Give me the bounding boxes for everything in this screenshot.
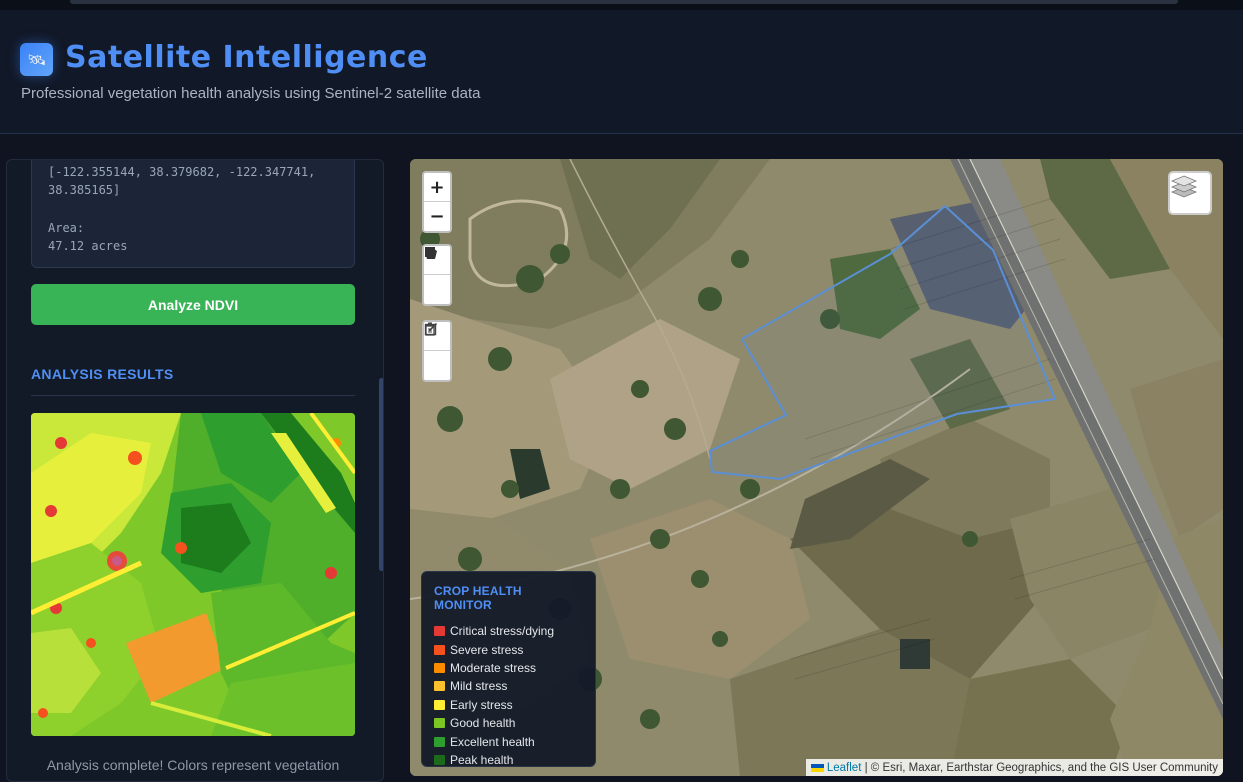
legend-title: CROP HEALTH MONITOR — [434, 584, 522, 612]
page-title: Satellite Intelligence — [65, 40, 428, 75]
leaflet-link[interactable]: Leaflet — [827, 762, 862, 774]
legend-label: Critical stress/dying — [450, 624, 555, 639]
legend-swatch — [434, 681, 445, 692]
legend-label: Mild stress — [450, 679, 508, 694]
legend-swatch — [434, 718, 445, 729]
bbox-coordinates: [-122.355144, 38.379682, -122.347741, 38… — [48, 165, 316, 197]
sidebar-scrollbar[interactable] — [379, 378, 383, 571]
map-attribution: Leaflet | © Esri, Maxar, Earthstar Geogr… — [805, 759, 1223, 776]
legend-swatch — [434, 699, 445, 710]
legend-swatch — [434, 754, 445, 765]
legend-item: Good health — [434, 714, 583, 732]
edit-toolbar — [422, 320, 452, 382]
analyze-ndvi-button[interactable]: Analyze NDVI — [31, 284, 355, 325]
legend-label: Excellent health — [450, 734, 535, 749]
draw-toolbar — [422, 244, 452, 306]
ndvi-result-image — [31, 413, 355, 736]
zoom-control: + − — [422, 171, 452, 233]
area-value: 47.12 acres — [48, 239, 128, 253]
legend-label: Moderate stress — [450, 660, 537, 675]
area-label: Area: — [48, 221, 85, 235]
legend-swatch — [434, 626, 445, 637]
divider — [31, 395, 355, 396]
legend-item: Peak health — [434, 751, 583, 769]
draw-rectangle-icon[interactable] — [424, 247, 450, 304]
legend-label: Early stress — [450, 697, 513, 712]
satellite-icon: 🛰 — [20, 43, 53, 76]
layers-icon[interactable] — [1168, 171, 1212, 215]
legend-label: Good health — [450, 716, 516, 731]
legend-item: Severe stress — [434, 640, 583, 658]
analysis-status-text: Analysis complete! Colors represent vege… — [46, 757, 340, 773]
legend-label: Peak health — [450, 752, 514, 767]
page-subtitle: Professional vegetation health analysis … — [21, 85, 481, 102]
legend-swatch — [434, 662, 445, 673]
app-header: 🛰 Satellite Intelligence Professional ve… — [0, 10, 1243, 134]
zoom-in-button[interactable]: + — [424, 173, 450, 202]
sidebar-panel: [-122.355144, 38.379682, -122.347741, 38… — [6, 159, 384, 782]
legend-item: Moderate stress — [434, 659, 583, 677]
map-view[interactable]: + − CROP HEALTH MONITOR Critical stress/… — [410, 159, 1223, 776]
zoom-out-button[interactable]: − — [424, 202, 450, 231]
legend-item: Early stress — [434, 696, 583, 714]
legend-label: Severe stress — [450, 642, 524, 657]
delete-layers-icon[interactable] — [424, 322, 450, 380]
legend-swatch — [434, 644, 445, 655]
analysis-results-heading: ANALYSIS RESULTS — [31, 366, 174, 382]
top-bar — [70, 0, 1178, 4]
legend-swatch — [434, 736, 445, 747]
browser-top-strip — [0, 0, 1243, 10]
legend-item: Excellent health — [434, 732, 583, 750]
legend-item: Critical stress/dying — [434, 622, 583, 640]
selection-info-box: [-122.355144, 38.379682, -122.347741, 38… — [31, 160, 355, 268]
attribution-text: | © Esri, Maxar, Earthstar Geographics, … — [864, 761, 1218, 774]
ukraine-flag-icon — [810, 763, 824, 772]
crop-health-legend: CROP HEALTH MONITOR Critical stress/dyin… — [421, 571, 596, 767]
legend-item: Mild stress — [434, 677, 583, 695]
